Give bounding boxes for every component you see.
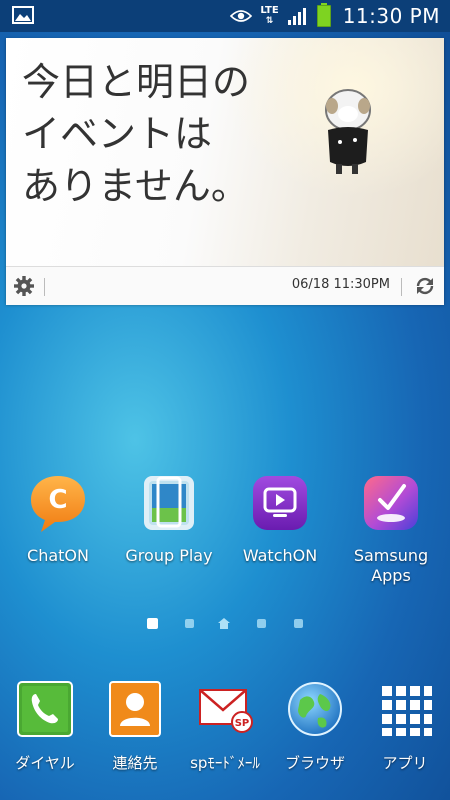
- app-chaton[interactable]: C ChatON: [3, 472, 113, 566]
- svg-text:C: C: [48, 485, 67, 515]
- signal-icon: [287, 8, 306, 25]
- widget-footer: 06/18 11:30PM: [6, 266, 444, 305]
- app-label: ChatON: [27, 546, 89, 565]
- refresh-icon[interactable]: [414, 275, 436, 297]
- mail-icon: SP: [199, 689, 253, 733]
- divider: [401, 278, 402, 296]
- samsung-apps-icon: [364, 476, 418, 530]
- app-label: Group Play: [125, 546, 213, 565]
- status-bar[interactable]: LTE ⇅ 11:30 PM: [0, 0, 450, 32]
- svg-text:SP: SP: [235, 718, 250, 729]
- globe-icon: [288, 682, 342, 736]
- apps-grid-icon: [382, 686, 432, 736]
- no-events-message: 今日と明日の イベントは ありません。: [22, 56, 302, 212]
- dock-label: ブラウザ: [284, 754, 345, 772]
- app-label: Samsung Apps: [353, 546, 429, 585]
- page-dot[interactable]: [294, 619, 303, 628]
- dock-browser[interactable]: ブラウザ: [270, 680, 360, 772]
- image-icon: [12, 6, 34, 24]
- dock-mail[interactable]: SP spﾓｰﾄﾞﾒｰﾙ: [180, 680, 270, 772]
- dock-contacts[interactable]: 連絡先: [90, 680, 180, 772]
- calendar-widget[interactable]: 今日と明日の イベントは ありません。 06/18 11:30PM: [6, 38, 444, 305]
- home-page-icon[interactable]: [218, 618, 230, 629]
- app-samsung-apps[interactable]: Samsung Apps: [336, 472, 446, 586]
- app-watchon[interactable]: WatchON: [225, 472, 335, 566]
- network-type: LTE ⇅: [260, 5, 279, 27]
- contacts-icon: [109, 681, 161, 737]
- dock-label: spﾓｰﾄﾞﾒｰﾙ: [190, 754, 260, 772]
- message-line: ありません。: [22, 164, 249, 208]
- clock: 11:30 PM: [342, 4, 440, 28]
- watchon-icon: [253, 476, 307, 530]
- character-illustration: [325, 89, 371, 174]
- phone-icon: [17, 681, 73, 737]
- message-line: 今日と明日の: [22, 60, 251, 104]
- page-indicator[interactable]: [0, 618, 450, 632]
- dock-label: ダイヤル: [15, 754, 75, 772]
- dock-phone[interactable]: ダイヤル: [0, 680, 90, 772]
- eye-icon: [230, 10, 253, 22]
- app-group-play[interactable]: Group Play: [114, 472, 224, 566]
- group-play-icon: [144, 476, 194, 530]
- gear-icon[interactable]: [14, 276, 34, 296]
- divider: [44, 278, 45, 296]
- battery-icon: [316, 3, 331, 27]
- page-dot-active[interactable]: [147, 618, 158, 629]
- dock-apps[interactable]: アプリ: [360, 680, 450, 772]
- app-label: WatchON: [242, 546, 318, 565]
- message-line: イベントは: [22, 112, 213, 156]
- page-dot[interactable]: [185, 619, 194, 628]
- dock-label: アプリ: [382, 754, 428, 772]
- chaton-icon: C: [31, 476, 85, 532]
- widget-timestamp: 06/18 11:30PM: [291, 277, 390, 292]
- page-dot[interactable]: [257, 619, 266, 628]
- dock-label: 連絡先: [112, 754, 158, 772]
